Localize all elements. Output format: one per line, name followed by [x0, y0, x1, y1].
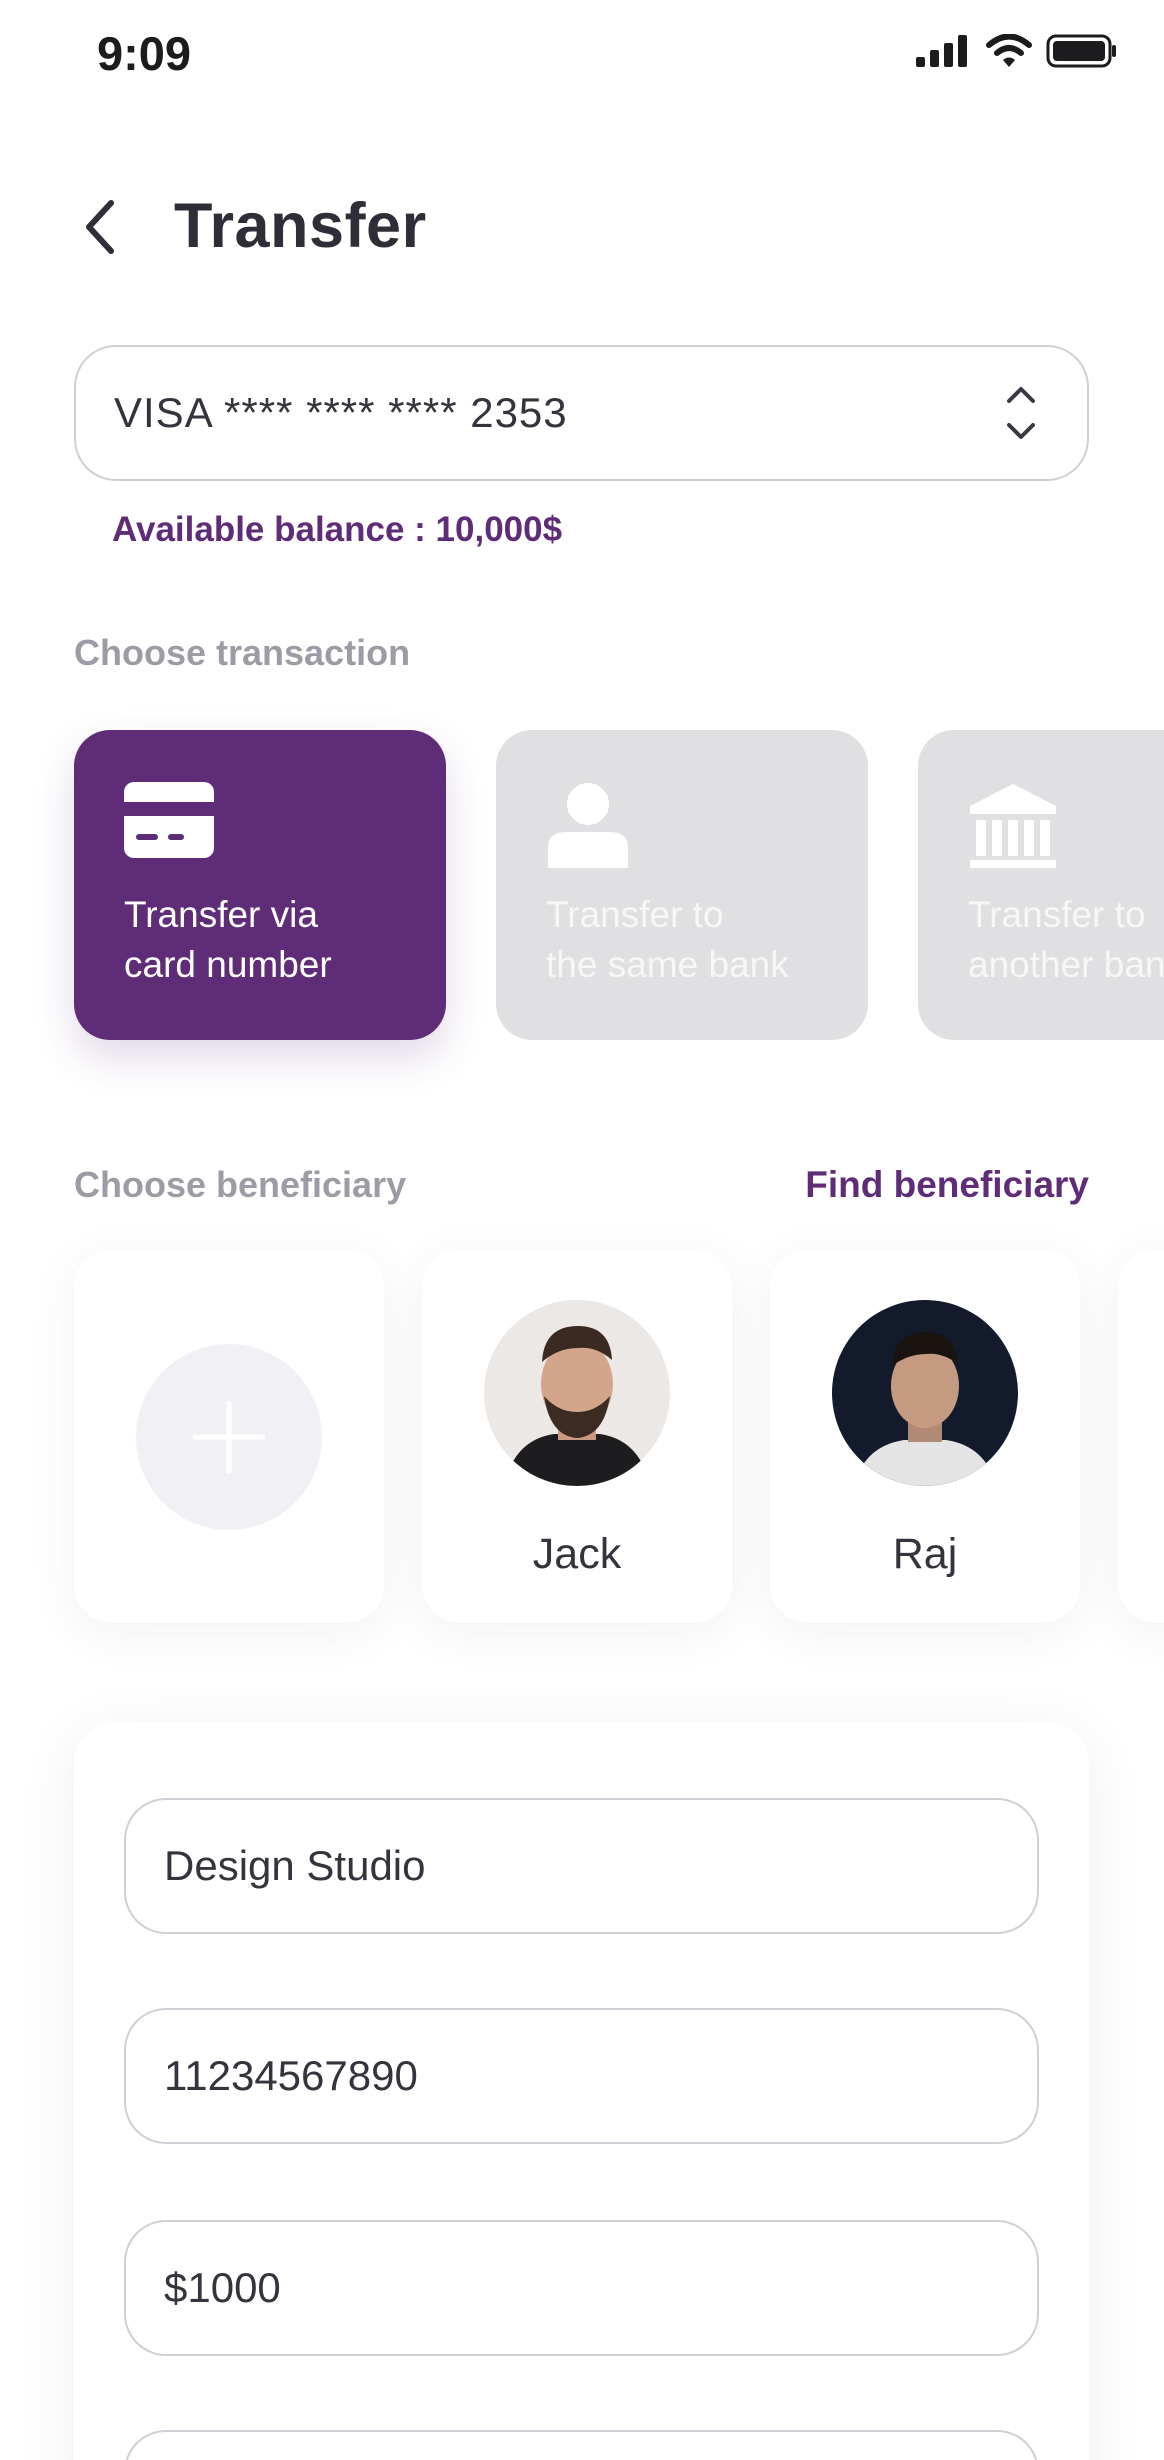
credit-card-icon [124, 782, 214, 858]
transaction-option-another-bank[interactable]: Transfer to another bank [918, 730, 1164, 1040]
avatar [832, 1300, 1018, 1486]
card-select[interactable]: VISA **** **** **** 2353 [74, 345, 1089, 481]
add-beneficiary-button[interactable] [74, 1250, 384, 1622]
account-number-field[interactable]: 11234567890 [124, 2008, 1039, 2144]
name-field[interactable]: Design Studio [124, 1798, 1039, 1934]
beneficiary-card[interactable] [1118, 1250, 1164, 1622]
beneficiary-card[interactable]: Jack [422, 1250, 732, 1622]
person-icon [548, 783, 628, 868]
beneficiary-name: Jack [532, 1530, 622, 1578]
transaction-option-card-number[interactable]: Transfer via card number [74, 730, 446, 1040]
status-time: 9:09 [97, 27, 192, 80]
available-balance: Available balance : 10,000$ [112, 510, 563, 549]
wifi-icon [986, 34, 1032, 67]
transaction-option-label: Transfer via card number [124, 894, 332, 985]
chevron-up-down-icon [1007, 387, 1035, 439]
transaction-option-label: Transfer to the same bank [546, 894, 789, 985]
transaction-option-same-bank[interactable]: Transfer to the same bank [496, 730, 868, 1040]
chevron-left-icon [86, 200, 114, 254]
transfer-form: Design Studio 11234567890 $1000 [74, 1722, 1089, 2460]
card-select-value: VISA **** **** **** 2353 [114, 389, 568, 436]
choose-beneficiary-label: Choose beneficiary [74, 1164, 407, 1205]
battery-icon [1046, 34, 1116, 68]
bank-icon [970, 784, 1056, 868]
find-beneficiary-link[interactable]: Find beneficiary [805, 1164, 1089, 1206]
beneficiary-name: Raj [892, 1530, 958, 1578]
add-beneficiary-circle [136, 1344, 322, 1530]
back-button[interactable] [74, 194, 124, 260]
amount-field[interactable]: $1000 [124, 2220, 1039, 2356]
choose-transaction-label: Choose transaction [74, 632, 411, 673]
status-icons [916, 34, 1118, 68]
cellular-signal-icon [916, 35, 967, 67]
beneficiary-card[interactable]: Raj [770, 1250, 1080, 1622]
note-field[interactable] [124, 2430, 1039, 2460]
transaction-option-label: Transfer to another bank [968, 894, 1164, 985]
transfer-screen: 9:09 Transfer VISA **** **** **** 2353 A… [0, 0, 1164, 2460]
plus-icon [192, 1400, 266, 1474]
page-title: Transfer [174, 191, 427, 261]
avatar [484, 1300, 670, 1486]
